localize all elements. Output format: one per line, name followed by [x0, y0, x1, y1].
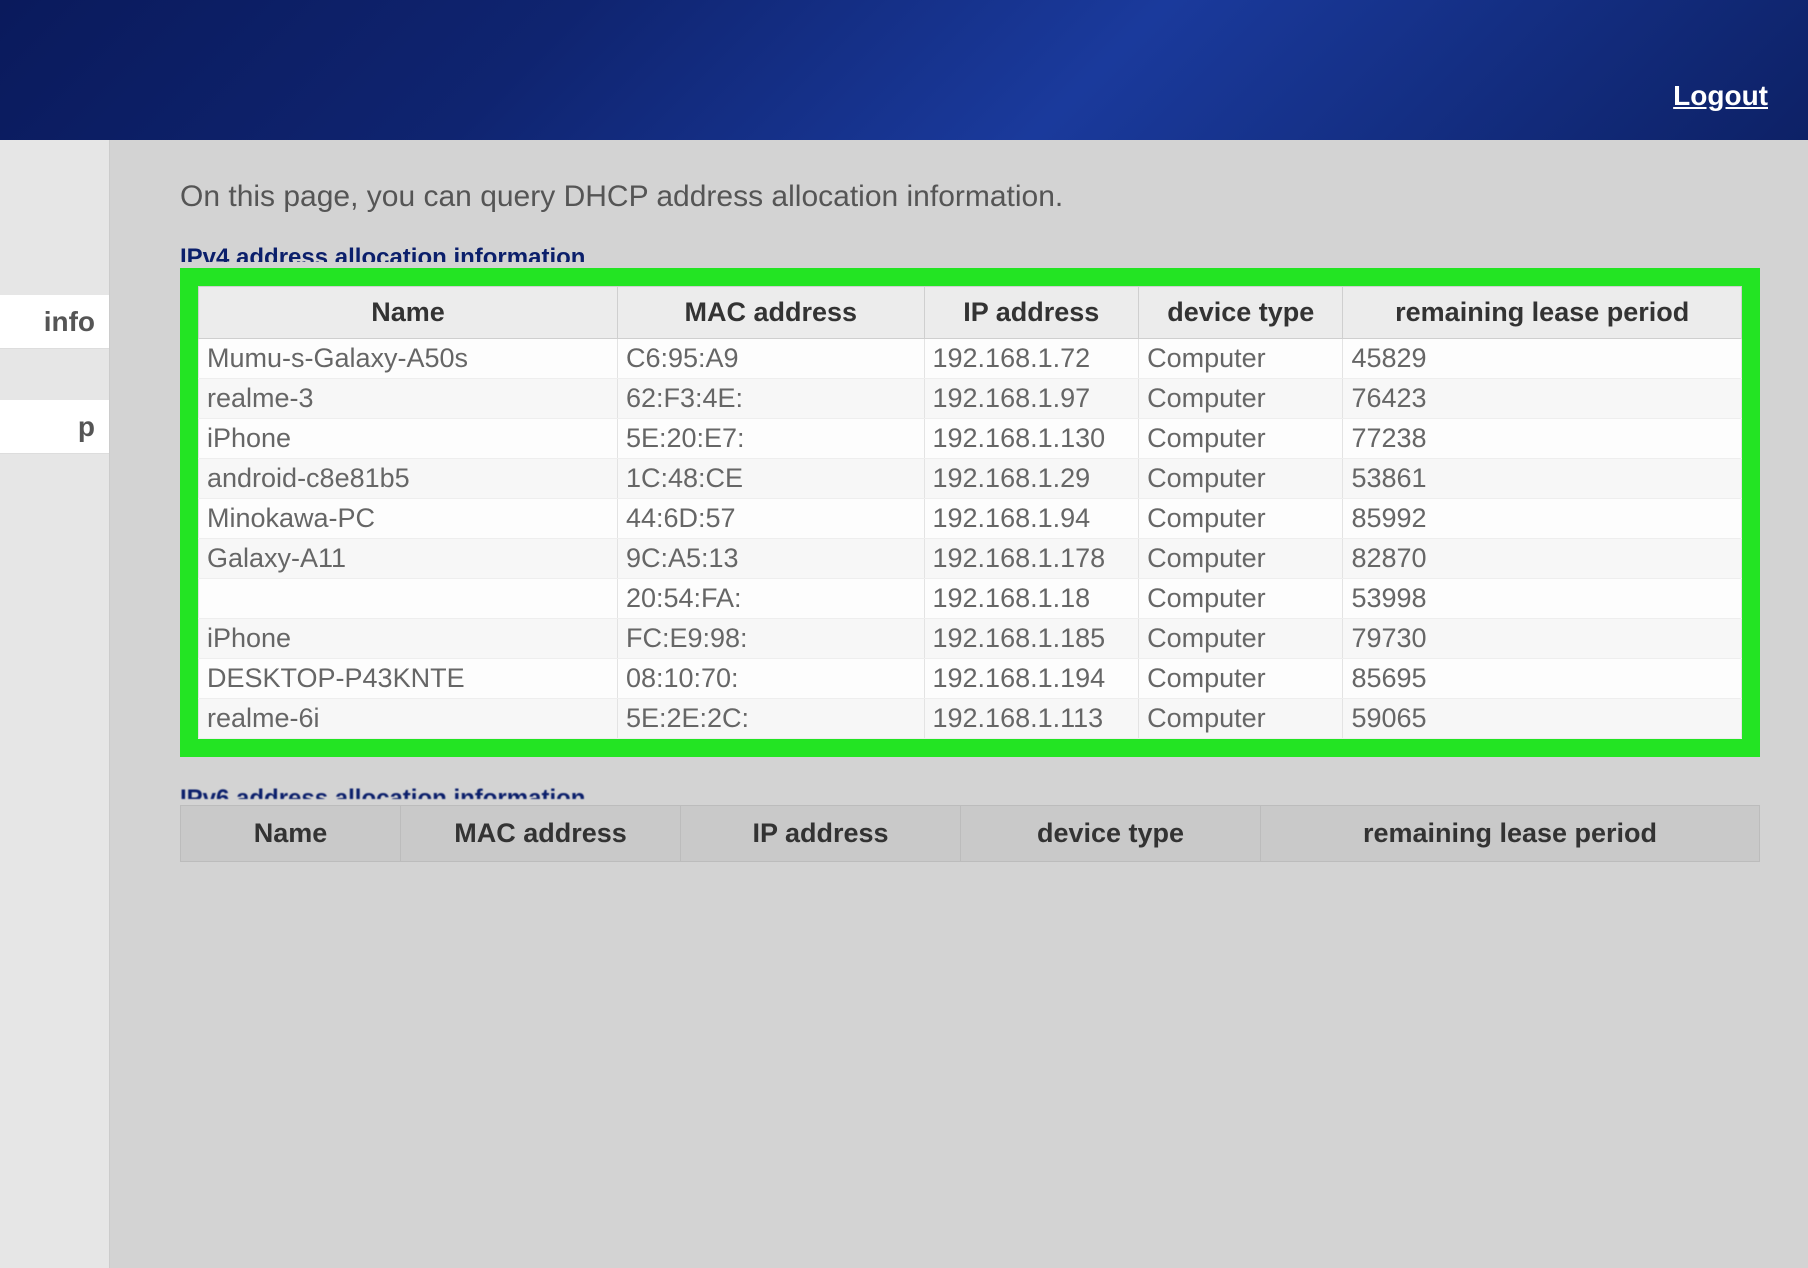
sidebar: info p	[0, 140, 110, 1268]
cell-lease: 59065	[1343, 699, 1742, 739]
cell-ip: 192.168.1.72	[924, 339, 1139, 379]
col-header-lease: remaining lease period	[1343, 287, 1742, 339]
cell-ip: 192.168.1.94	[924, 499, 1139, 539]
page-description: On this page, you can query DHCP address…	[180, 180, 1748, 214]
cell-lease: 82870	[1343, 539, 1742, 579]
cell-type: Computer	[1139, 499, 1343, 539]
cell-name: realme-3	[199, 379, 618, 419]
cell-name: Minokawa-PC	[199, 499, 618, 539]
cell-mac: 5E:20:E7:	[617, 419, 924, 459]
col-header-ip: IP address	[924, 287, 1139, 339]
cell-lease: 79730	[1343, 619, 1742, 659]
cell-mac: 1C:48:CE	[617, 459, 924, 499]
cell-ip: 192.168.1.194	[924, 659, 1139, 699]
table-row: iPhone5E:20:E7:192.168.1.130Computer7723…	[199, 419, 1742, 459]
table-row: Mumu-s-Galaxy-A50sC6:95:A9192.168.1.72Co…	[199, 339, 1742, 379]
cell-mac: 9C:A5:13	[617, 539, 924, 579]
cell-type: Computer	[1139, 459, 1343, 499]
table-header-row: Name MAC address IP address device type …	[181, 806, 1760, 862]
sidebar-item-label: p	[78, 411, 95, 443]
col-header-mac: MAC address	[401, 806, 681, 862]
cell-mac: 62:F3:4E:	[617, 379, 924, 419]
cell-type: Computer	[1139, 379, 1343, 419]
cell-name: iPhone	[199, 419, 618, 459]
cell-type: Computer	[1139, 579, 1343, 619]
sidebar-item-info[interactable]: info	[0, 295, 109, 349]
table-row: Minokawa-PC44:6D:57192.168.1.94Computer8…	[199, 499, 1742, 539]
cell-ip: 192.168.1.178	[924, 539, 1139, 579]
col-header-name: Name	[199, 287, 618, 339]
cell-mac: 08:10:70:	[617, 659, 924, 699]
header-bar: Logout	[0, 0, 1808, 140]
cell-mac: C6:95:A9	[617, 339, 924, 379]
sidebar-item-label: info	[44, 306, 95, 338]
cell-lease: 76423	[1343, 379, 1742, 419]
cell-lease: 53998	[1343, 579, 1742, 619]
cell-mac: 5E:2E:2C:	[617, 699, 924, 739]
table-row: Galaxy-A119C:A5:13192.168.1.178Computer8…	[199, 539, 1742, 579]
cell-name: Galaxy-A11	[199, 539, 618, 579]
sidebar-item-secondary[interactable]: p	[0, 400, 109, 454]
cell-mac: 20:54:FA:	[617, 579, 924, 619]
table-row: DESKTOP-P43KNTE08:10:70:192.168.1.194Com…	[199, 659, 1742, 699]
cell-lease: 85695	[1343, 659, 1742, 699]
table-row: 20:54:FA:192.168.1.18Computer53998	[199, 579, 1742, 619]
col-header-type: device type	[961, 806, 1261, 862]
cell-ip: 192.168.1.113	[924, 699, 1139, 739]
cell-ip: 192.168.1.18	[924, 579, 1139, 619]
table-row: iPhoneFC:E9:98:192.168.1.185Computer7973…	[199, 619, 1742, 659]
col-header-type: device type	[1139, 287, 1343, 339]
cell-mac: 44:6D:57	[617, 499, 924, 539]
table-row: realme-6i5E:2E:2C:192.168.1.113Computer5…	[199, 699, 1742, 739]
cell-name: realme-6i	[199, 699, 618, 739]
ipv4-section-title: IPv4 address allocation information	[180, 244, 1748, 262]
ipv4-highlight-box: Name MAC address IP address device type …	[180, 268, 1760, 757]
cell-type: Computer	[1139, 699, 1343, 739]
cell-type: Computer	[1139, 339, 1343, 379]
cell-lease: 85992	[1343, 499, 1742, 539]
cell-type: Computer	[1139, 619, 1343, 659]
col-header-mac: MAC address	[617, 287, 924, 339]
col-header-name: Name	[181, 806, 401, 862]
cell-lease: 53861	[1343, 459, 1742, 499]
cell-name: Mumu-s-Galaxy-A50s	[199, 339, 618, 379]
table-row: realme-362:F3:4E:192.168.1.97Computer764…	[199, 379, 1742, 419]
logout-link[interactable]: Logout	[1673, 80, 1768, 112]
ipv6-allocation-table: Name MAC address IP address device type …	[180, 805, 1760, 862]
cell-ip: 192.168.1.130	[924, 419, 1139, 459]
cell-type: Computer	[1139, 419, 1343, 459]
ipv4-allocation-table: Name MAC address IP address device type …	[198, 286, 1742, 739]
cell-ip: 192.168.1.97	[924, 379, 1139, 419]
main-content: On this page, you can query DHCP address…	[110, 140, 1808, 1268]
cell-ip: 192.168.1.29	[924, 459, 1139, 499]
cell-type: Computer	[1139, 539, 1343, 579]
cell-type: Computer	[1139, 659, 1343, 699]
col-header-lease: remaining lease period	[1261, 806, 1760, 862]
col-header-ip: IP address	[681, 806, 961, 862]
table-row: android-c8e81b51C:48:CE192.168.1.29Compu…	[199, 459, 1742, 499]
cell-ip: 192.168.1.185	[924, 619, 1139, 659]
cell-name: android-c8e81b5	[199, 459, 618, 499]
cell-mac: FC:E9:98:	[617, 619, 924, 659]
table-header-row: Name MAC address IP address device type …	[199, 287, 1742, 339]
cell-name: iPhone	[199, 619, 618, 659]
cell-name	[199, 579, 618, 619]
cell-lease: 45829	[1343, 339, 1742, 379]
cell-name: DESKTOP-P43KNTE	[199, 659, 618, 699]
cell-lease: 77238	[1343, 419, 1742, 459]
ipv6-section-title: IPv6 address allocation information	[180, 785, 1748, 799]
